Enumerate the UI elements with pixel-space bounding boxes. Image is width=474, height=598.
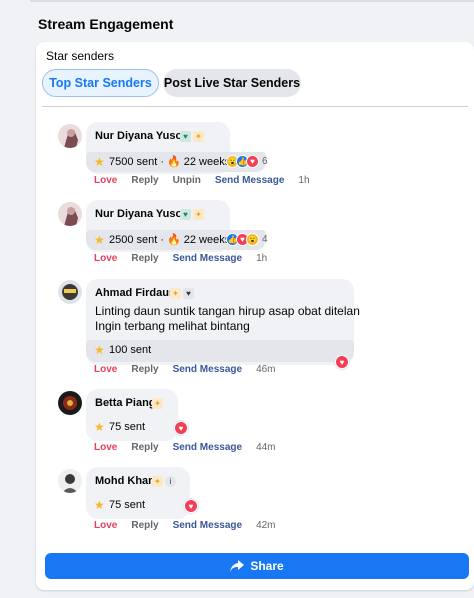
star-icon: ★ [94, 343, 105, 357]
comment-text: Ingin terbang melihat bintang [95, 319, 250, 333]
share-label: Share [250, 559, 284, 573]
commenter-name[interactable]: Ahmad Firdaus [95, 287, 175, 299]
avatar[interactable] [58, 202, 82, 226]
reply-button[interactable]: Reply [131, 520, 158, 531]
stars-sent-info: ★ 75 sent [94, 421, 145, 433]
avatar[interactable] [58, 469, 82, 493]
streak: 22 weeks [183, 233, 231, 246]
avatar[interactable] [58, 124, 82, 148]
comment-actions: Love Reply Unpin Send Message 1h [94, 175, 324, 186]
love-button[interactable]: Love [94, 364, 117, 375]
send-message-button[interactable]: Send Message [173, 253, 242, 264]
tab-post-live-star-senders[interactable]: Post Live Star Senders [163, 69, 301, 97]
commenter-name[interactable]: Nur Diyana Yusof [95, 208, 186, 220]
reaction-count: 4 [262, 234, 268, 245]
love-button[interactable]: Love [94, 442, 117, 453]
star-icon: ★ [94, 498, 105, 512]
love-button[interactable]: Love [94, 520, 117, 531]
tab-top-star-senders[interactable]: Top Star Senders [42, 69, 159, 97]
section-title: Stream Engagement [38, 16, 174, 32]
reply-button[interactable]: Reply [131, 253, 158, 264]
love-reaction-icon[interactable]: ♥ [174, 421, 188, 435]
send-message-button[interactable]: Send Message [173, 520, 242, 531]
star-badge-icon: ✦ [152, 476, 163, 487]
commenter-name[interactable]: Betta Piang [95, 397, 156, 409]
timestamp[interactable]: 42m [256, 520, 275, 531]
love-button[interactable]: Love [94, 175, 117, 186]
unpin-button[interactable]: Unpin [173, 175, 201, 186]
send-message-button[interactable]: Send Message [173, 364, 242, 375]
sent-amount: 2500 sent · [109, 233, 165, 246]
reply-button[interactable]: Reply [131, 364, 158, 375]
stars-sent-info: ★ 2500 sent · 🔥 22 weeks [94, 232, 231, 247]
send-message-button[interactable]: Send Message [173, 442, 242, 453]
info-badge-icon: i [165, 476, 176, 487]
heart-badge-icon: ♥ [183, 288, 194, 299]
star-badge-icon: ✦ [170, 288, 181, 299]
reply-button[interactable]: Reply [131, 442, 158, 453]
fan-badge-icon: ♥ [180, 131, 191, 142]
comment-actions: Love Reply Send Message 44m [94, 442, 290, 453]
star-badge-icon: ✦ [193, 209, 204, 220]
commenter-name[interactable]: Mohd Khan [95, 475, 155, 487]
reaction-count: 6 [262, 156, 268, 167]
sent-amount: 100 sent [109, 344, 152, 356]
comment-actions: Love Reply Send Message 1h [94, 253, 281, 264]
avatar[interactable] [58, 391, 82, 415]
sent-amount: 75 sent [109, 499, 146, 511]
avatar[interactable] [58, 280, 82, 304]
share-icon [230, 560, 245, 572]
fan-badge-icon: ♥ [180, 209, 191, 220]
sent-amount: 75 sent [109, 421, 146, 433]
star-badge-icon: ✦ [193, 131, 204, 142]
star-icon: ★ [94, 232, 105, 247]
star-badge-icon: ✦ [152, 398, 163, 409]
stars-sent-info: ★ 7500 sent · 🔥 22 weeks [94, 154, 231, 169]
comment-actions: Love Reply Send Message 42m [94, 520, 290, 531]
star-icon: ★ [94, 420, 105, 434]
divider [42, 106, 468, 107]
star-icon: ★ [94, 154, 105, 169]
comment-text: Linting daun suntik tangan hirup asap ob… [95, 304, 360, 318]
card-title: Star senders [46, 49, 115, 63]
send-message-button[interactable]: Send Message [215, 175, 284, 186]
timestamp[interactable]: 44m [256, 442, 275, 453]
streak: 22 weeks [183, 155, 231, 168]
timestamp[interactable]: 46m [256, 364, 275, 375]
fire-icon: 🔥 [167, 234, 181, 246]
share-button[interactable]: Share [45, 553, 469, 579]
fire-icon: 🔥 [167, 156, 181, 168]
wow-reaction-icon: 😮 [246, 233, 259, 246]
love-reaction-icon: ♥ [246, 155, 259, 168]
comment-actions: Love Reply Send Message 46m [94, 364, 290, 375]
love-reaction-icon[interactable]: ♥ [184, 499, 198, 513]
star-senders-card: Star senders Top Star Senders Post Live … [36, 42, 474, 590]
timestamp[interactable]: 1h [256, 253, 267, 264]
reaction-summary[interactable]: 😮 👍 ♥ 6 [226, 155, 268, 168]
stars-sent-info: ★ 100 sent [94, 344, 151, 356]
sent-amount: 7500 sent · [109, 155, 165, 168]
top-border [30, 0, 474, 2]
commenter-name[interactable]: Nur Diyana Yusof [95, 130, 186, 142]
reaction-summary[interactable]: 👍 ♥ 😮 4 [226, 233, 268, 246]
love-reaction-icon[interactable]: ♥ [335, 355, 349, 369]
timestamp[interactable]: 1h [298, 175, 309, 186]
love-button[interactable]: Love [94, 253, 117, 264]
reply-button[interactable]: Reply [131, 175, 158, 186]
stars-sent-info: ★ 75 sent [94, 499, 145, 511]
